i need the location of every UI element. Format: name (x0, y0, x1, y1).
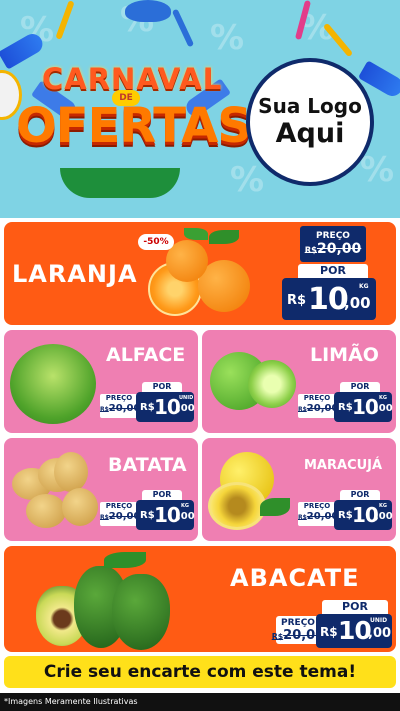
price-integer: 10 (352, 395, 379, 419)
leaf-icon (260, 498, 290, 516)
price-unit: KG (181, 503, 189, 509)
product-name: LIMÃO (310, 344, 379, 366)
price-cents: ,00 (177, 403, 195, 414)
por-label: POR (322, 600, 388, 614)
disclaimer-footer: *Imagens Meramente Ilustrativas (0, 693, 400, 711)
logo-placeholder: Sua Logo Aqui (246, 58, 374, 186)
price-unit: UNID (370, 617, 388, 624)
old-price-box: PREÇO R$20,00 (298, 502, 339, 526)
product-card-batata: BATATA PREÇO R$20,00 POR R$ 10 ,00 KG (4, 438, 198, 541)
currency-symbol: R$ (140, 402, 155, 413)
cta-banner[interactable]: Crie seu encarte com este tema! (4, 656, 396, 688)
price-cents: ,00 (368, 626, 392, 641)
old-price-box: PREÇO R$20,00 (100, 502, 141, 526)
passion-fruit-half-icon (208, 482, 266, 530)
product-name: MARACUJÁ (304, 458, 383, 473)
price-unit: UNID (179, 395, 194, 401)
avocado-icon (112, 574, 170, 650)
lime-slice-icon (248, 360, 296, 408)
old-price: R$20,00 (298, 511, 339, 522)
price-cents: ,00 (177, 511, 195, 522)
price-integer: 10 (154, 503, 181, 527)
por-label: POR (142, 490, 182, 500)
por-label: POR (340, 490, 380, 500)
event-title: CARNAVAL DE OFERTAS (14, 40, 252, 210)
old-price: R$20,00 (304, 241, 362, 257)
product-name: ALFACE (106, 344, 186, 366)
price-unit: KG (379, 503, 387, 509)
leaf-icon (184, 228, 208, 240)
new-price-box: R$ 10 ,00 KG (282, 278, 376, 320)
por-label: POR (298, 264, 368, 278)
old-price: R$20,00 (100, 511, 141, 522)
potato-icon (26, 494, 66, 528)
new-price-box: R$ 10 ,00 KG (334, 392, 393, 422)
product-card-alface: ALFACE PREÇO R$20,00 POR R$ 10 ,00 UNID (4, 330, 198, 433)
por-label: POR (142, 382, 182, 392)
product-card-maracuja: MARACUJÁ PREÇO R$20,00 POR R$ 10 ,00 KG (202, 438, 396, 541)
price-integer: 10 (154, 395, 181, 419)
preco-label: PREÇO (303, 502, 331, 510)
product-name: BATATA (108, 454, 187, 476)
title-ofertas: OFERTAS (16, 98, 252, 154)
price-unit: KG (379, 395, 387, 401)
currency-symbol: R$ (338, 510, 353, 521)
discount-badge: -50% (138, 234, 174, 250)
preco-label: PREÇO (303, 394, 331, 402)
streamer-decoration (55, 0, 75, 40)
currency-symbol: R$ (140, 510, 155, 521)
price-cents: ,00 (344, 294, 371, 312)
price-cents: ,00 (375, 511, 393, 522)
new-price-box: R$ 10 ,00 UNID (136, 392, 195, 422)
logo-text-line1: Sua Logo (258, 94, 362, 118)
preco-label: PREÇO (316, 231, 350, 241)
logo-text-line2: Aqui (275, 118, 345, 149)
carnival-mask-icon (125, 0, 171, 22)
price-cents: ,00 (375, 403, 393, 414)
currency-symbol: R$ (287, 293, 307, 308)
price-integer: 10 (338, 616, 372, 645)
preco-label: PREÇO (105, 394, 133, 402)
product-card-abacate: ABACATE PREÇO R$20,00 POR R$ 10 ,00 UNID (4, 546, 396, 652)
currency-symbol: R$ (338, 402, 353, 413)
new-price-box: R$ 10 ,00 KG (334, 500, 393, 530)
potato-icon (54, 452, 88, 492)
old-price-box: PREÇO R$20,00 (298, 394, 339, 418)
old-price-box: PREÇO R$20,00 (272, 616, 324, 644)
old-price: R$20,00 (298, 403, 339, 414)
new-price-box: R$ 10 ,00 UNID (316, 614, 392, 648)
price-integer: 10 (352, 503, 379, 527)
potato-icon (62, 488, 98, 526)
percent-pattern: % (360, 150, 395, 190)
old-price: R$20,00 (100, 403, 141, 414)
price-unit: KG (359, 283, 369, 290)
new-price-box: R$ 10 ,00 KG (136, 500, 195, 530)
lettuce-icon (10, 344, 96, 424)
old-price-box: PREÇO R$20,00 (300, 226, 366, 262)
leaf-icon (104, 552, 146, 568)
product-card-limao: LIMÃO PREÇO R$20,00 POR R$ 10 ,00 KG (202, 330, 396, 433)
leaf-icon (209, 230, 239, 244)
product-name: LARANJA (12, 260, 138, 288)
currency-symbol: R$ (320, 625, 338, 639)
product-name: ABACATE (230, 564, 360, 592)
price-integer: 10 (308, 282, 349, 317)
product-card-laranja: LARANJA -50% PREÇO R$20,00 POR R$ 10 ,00… (4, 222, 396, 325)
old-price-box: PREÇO R$20,00 (100, 394, 141, 418)
header-banner: % % % % % % CARNAVAL DE OFERTAS Sua Logo… (0, 0, 400, 218)
preco-label: PREÇO (105, 502, 133, 510)
preco-label: PREÇO (281, 617, 315, 628)
por-label: POR (340, 382, 380, 392)
drum-icon (60, 168, 180, 198)
